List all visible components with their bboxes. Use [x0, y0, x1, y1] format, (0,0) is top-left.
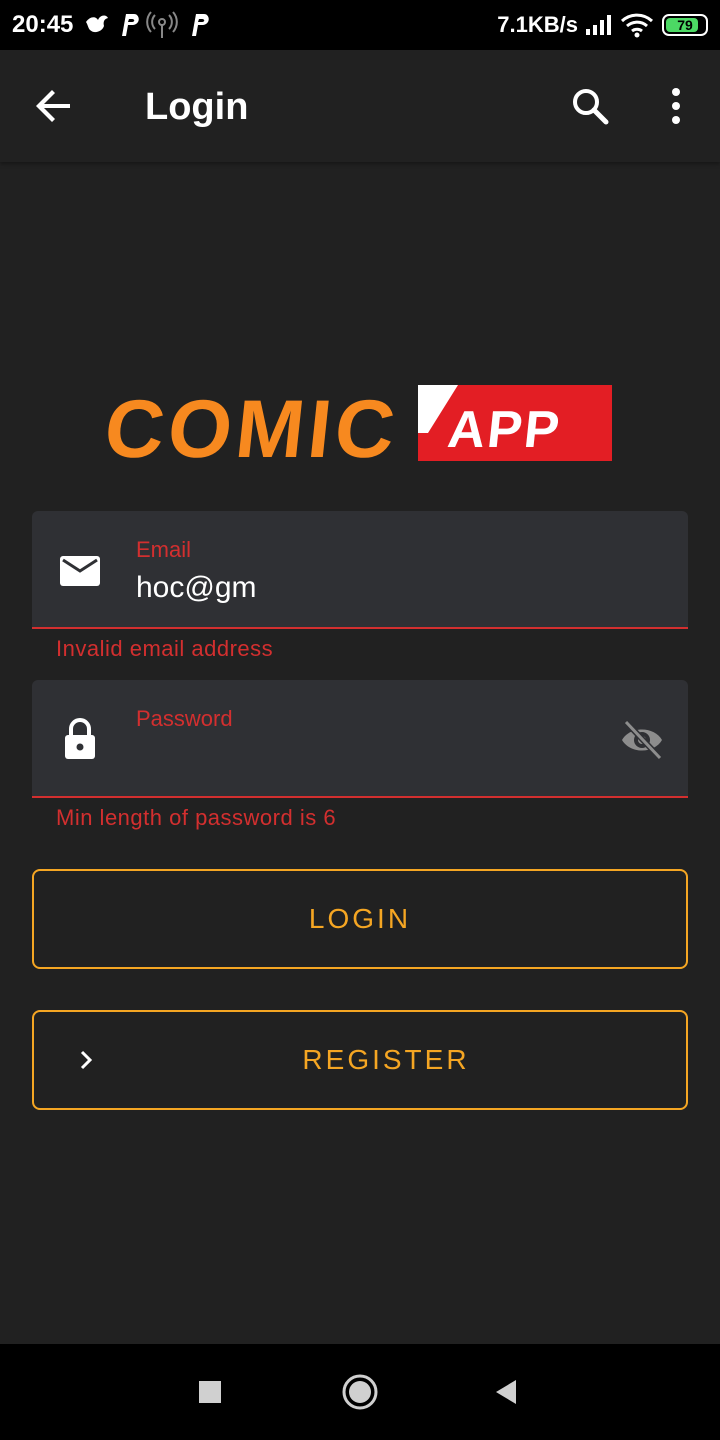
- status-right: 7.1KB/s 79: [497, 10, 708, 40]
- bird-icon: [86, 15, 108, 33]
- password-input[interactable]: [136, 740, 596, 774]
- password-field[interactable]: Password: [32, 680, 688, 798]
- battery-level: 79: [677, 17, 693, 33]
- p-icon: [122, 14, 139, 36]
- search-icon[interactable]: [566, 82, 614, 130]
- signal-icon: [586, 15, 611, 35]
- visibility-off-icon[interactable]: [618, 718, 666, 762]
- email-field[interactable]: Email: [32, 511, 688, 629]
- comic-app-logo: COMIC APP: [108, 384, 612, 463]
- lock-icon: [65, 718, 95, 759]
- p-icon: [192, 14, 209, 36]
- mail-icon: [60, 556, 100, 586]
- email-label: Email: [136, 537, 192, 562]
- system-nav-bar: [0, 1344, 720, 1440]
- register-button-label: REGISTER: [302, 1044, 470, 1075]
- more-vert-icon[interactable]: [652, 82, 700, 130]
- logo-text-comic: COMIC: [108, 384, 403, 463]
- app-bar: Login: [0, 50, 720, 162]
- home-circle-icon[interactable]: [340, 1372, 380, 1412]
- notification-icons: [86, 11, 209, 38]
- wifi-icon: [620, 13, 654, 38]
- password-label: Password: [136, 706, 233, 731]
- recents-square-icon[interactable]: [190, 1372, 230, 1412]
- email-error-text: Invalid email address: [56, 636, 274, 661]
- back-triangle-icon[interactable]: [488, 1372, 528, 1412]
- password-error-text: Min length of password is 6: [56, 805, 337, 830]
- register-button[interactable]: REGISTER: [32, 1010, 688, 1110]
- status-bar: 20:45 7.1KB/s 79: [0, 0, 720, 50]
- net-speed: 7.1KB/s: [497, 12, 578, 37]
- battery-icon: 79: [662, 14, 708, 36]
- login-screen: 20:45 7.1KB/s 79 Login COMIC APP Email h…: [0, 0, 720, 1440]
- login-button[interactable]: LOGIN: [32, 869, 688, 969]
- hotspot-icon: [146, 11, 178, 38]
- page-title: Login: [145, 86, 249, 128]
- back-arrow-icon[interactable]: [30, 82, 78, 130]
- status-time: 20:45: [12, 11, 74, 38]
- email-input[interactable]: [136, 571, 596, 605]
- login-button-label: LOGIN: [308, 903, 412, 934]
- logo-text-app: APP: [445, 401, 564, 459]
- chevron-right-icon: [80, 1050, 93, 1070]
